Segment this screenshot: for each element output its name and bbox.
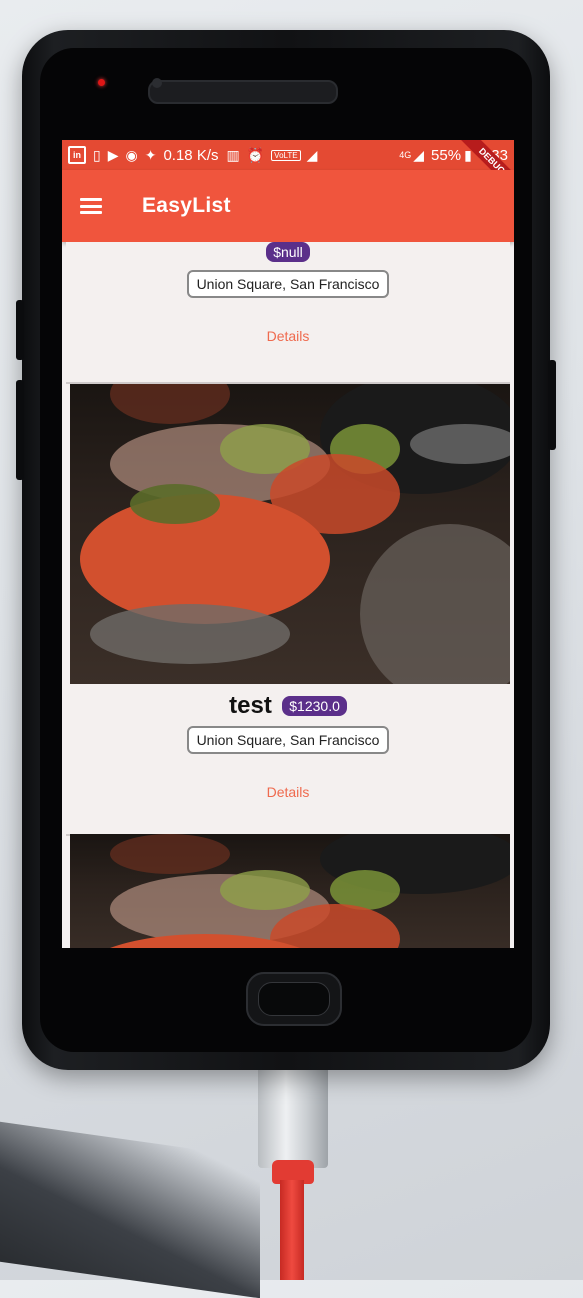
earpiece-speaker bbox=[148, 80, 338, 104]
volte-badge: VoLTE bbox=[271, 149, 301, 161]
linkedin-icon: in bbox=[68, 146, 86, 164]
network-speed: 0.18 K/s bbox=[163, 146, 219, 164]
usb-cable-plug bbox=[258, 1062, 328, 1168]
notification-led bbox=[98, 79, 105, 86]
fingerprint-sensor bbox=[258, 982, 330, 1016]
volume-button bbox=[16, 300, 24, 360]
status-bar: in ▯ ▶ ◉ ✦ 0.18 K/s ▥ ⏰ VoLTE ◢ 4G ◢ 55%… bbox=[62, 140, 514, 195]
home-button[interactable] bbox=[246, 972, 342, 1026]
details-button[interactable]: Details bbox=[267, 784, 310, 800]
product-image bbox=[70, 834, 510, 948]
power-button bbox=[548, 360, 556, 450]
volume-button-down bbox=[16, 380, 24, 480]
app-screen: in ▯ ▶ ◉ ✦ 0.18 K/s ▥ ⏰ VoLTE ◢ 4G ◢ 55%… bbox=[62, 140, 514, 948]
app-title: EasyList bbox=[142, 194, 231, 217]
app-bar: EasyList bbox=[62, 170, 514, 242]
signal-icon: ◢ bbox=[306, 147, 318, 163]
notification-icon: ▯ bbox=[93, 147, 101, 163]
vibrate-icon: ▥ bbox=[226, 147, 240, 163]
signal-4g-icon: ◢ bbox=[413, 147, 425, 163]
product-title: test bbox=[229, 692, 272, 719]
chrome-icon: ◉ bbox=[125, 147, 138, 163]
front-camera bbox=[152, 78, 162, 88]
product-image bbox=[70, 384, 510, 684]
product-card: test $1230.0 Union Square, San Francisco… bbox=[66, 684, 510, 836]
usb-cable bbox=[280, 1180, 304, 1280]
desk-shadow bbox=[0, 1121, 260, 1298]
address-box: Union Square, San Francisco bbox=[186, 270, 390, 298]
network-type: 4G bbox=[399, 150, 412, 160]
price-badge: $null bbox=[266, 242, 310, 262]
details-button[interactable]: Details bbox=[267, 328, 310, 344]
address-box: Union Square, San Francisco bbox=[186, 726, 390, 754]
twitter-icon: ✦ bbox=[144, 147, 157, 163]
battery-percent: 55% bbox=[431, 146, 462, 164]
alarm-icon: ⏰ bbox=[246, 147, 265, 163]
product-card: $null Union Square, San Francisco Detail… bbox=[66, 242, 510, 384]
menu-icon[interactable] bbox=[80, 198, 102, 214]
play-store-icon: ▶ bbox=[107, 147, 119, 163]
price-badge: $1230.0 bbox=[282, 696, 347, 716]
